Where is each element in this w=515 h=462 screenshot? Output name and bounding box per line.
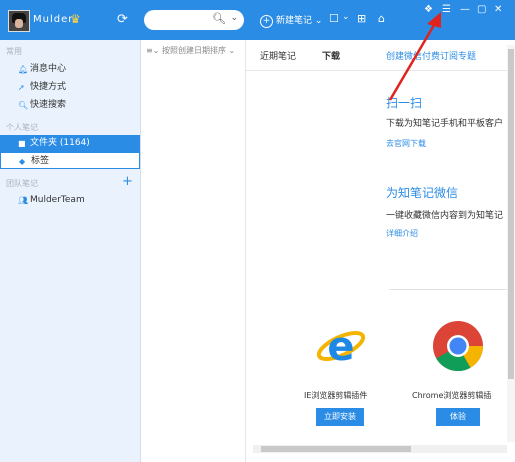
annotation-arrow	[388, 12, 441, 101]
